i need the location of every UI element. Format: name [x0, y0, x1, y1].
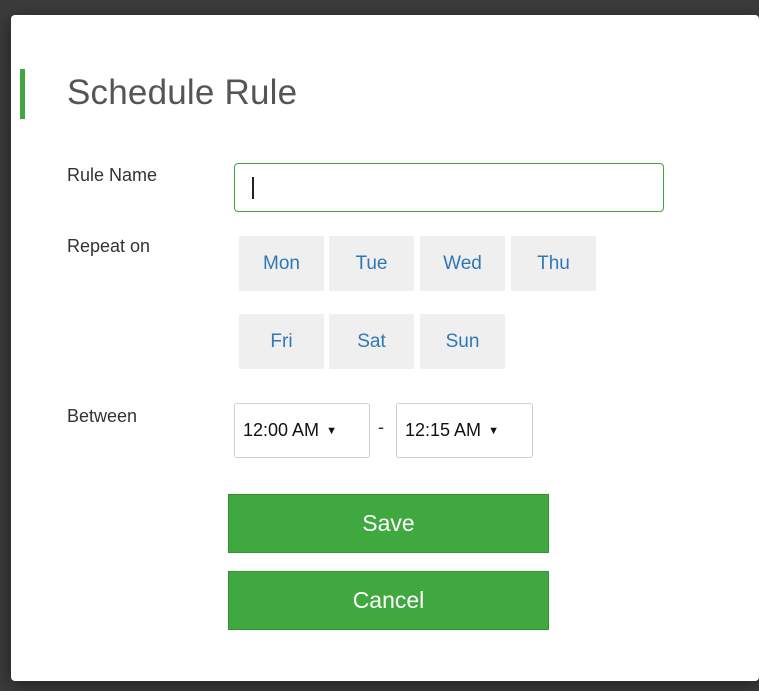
day-toggle-wed[interactable]: Wed [420, 236, 505, 291]
repeat-on-label: Repeat on [67, 236, 151, 256]
dialog-title: Schedule Rule [67, 73, 298, 112]
end-time-value: 12:15 AM [405, 420, 482, 440]
save-button[interactable]: Save [228, 494, 549, 553]
cancel-button[interactable]: Cancel [228, 571, 549, 630]
schedule-rule-dialog: Schedule Rule Rule Name Repeat on Mon Tu… [11, 15, 759, 681]
day-toggle-sat[interactable]: Sat [329, 314, 414, 369]
text-cursor [252, 177, 254, 199]
day-toggle-tue[interactable]: Tue [329, 236, 414, 291]
day-toggle-fri[interactable]: Fri [239, 314, 324, 369]
rule-name-input[interactable] [234, 163, 664, 212]
start-time-select[interactable]: 12:00 AM ▼ [234, 403, 370, 458]
time-range-separator: - [378, 417, 384, 437]
dropdown-arrow-icon: ▼ [326, 424, 337, 437]
end-time-select[interactable]: 12:15 AM ▼ [396, 403, 533, 458]
rule-name-label: Rule Name [67, 165, 158, 185]
dropdown-arrow-icon: ▼ [488, 424, 499, 437]
day-toggle-mon[interactable]: Mon [239, 236, 324, 291]
day-toggle-thu[interactable]: Thu [511, 236, 596, 291]
start-time-value: 12:00 AM [243, 420, 320, 440]
day-toggle-sun[interactable]: Sun [420, 314, 505, 369]
between-label: Between [67, 406, 138, 426]
title-accent-bar [20, 69, 25, 119]
